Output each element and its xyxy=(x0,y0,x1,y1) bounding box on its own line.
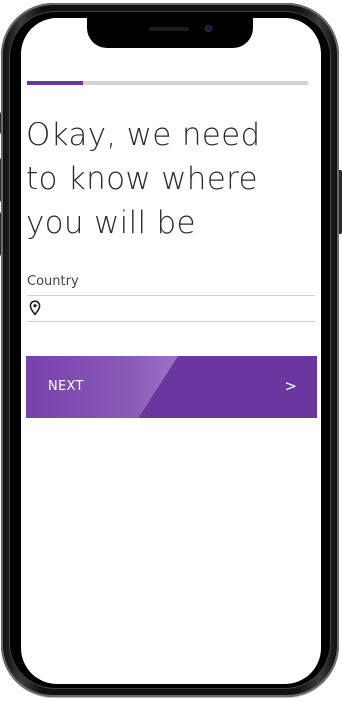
country-input[interactable] xyxy=(45,299,315,317)
heading-line-2: to know where xyxy=(26,161,258,197)
notch xyxy=(87,18,253,48)
front-camera-icon xyxy=(205,25,212,32)
progress-bar-fill xyxy=(27,81,84,85)
page-heading: Okay, we need to know where you will be xyxy=(26,113,311,245)
location-pin-icon xyxy=(29,300,41,316)
speaker-grille xyxy=(149,27,189,31)
next-button-label: NEXT xyxy=(48,379,84,394)
chevron-right-icon: > xyxy=(284,377,297,395)
device-mockup: Okay, we need to know where you will be … xyxy=(0,0,342,702)
heading-line-1: Okay, we need xyxy=(26,117,261,153)
country-label-divider xyxy=(27,295,315,296)
country-label: Country xyxy=(27,274,79,289)
country-input-underline xyxy=(27,321,315,322)
progress-bar xyxy=(27,81,308,85)
heading-line-3: you will be xyxy=(26,205,196,241)
next-button[interactable]: NEXT > xyxy=(26,356,317,418)
phone-screen: Okay, we need to know where you will be … xyxy=(21,18,321,684)
